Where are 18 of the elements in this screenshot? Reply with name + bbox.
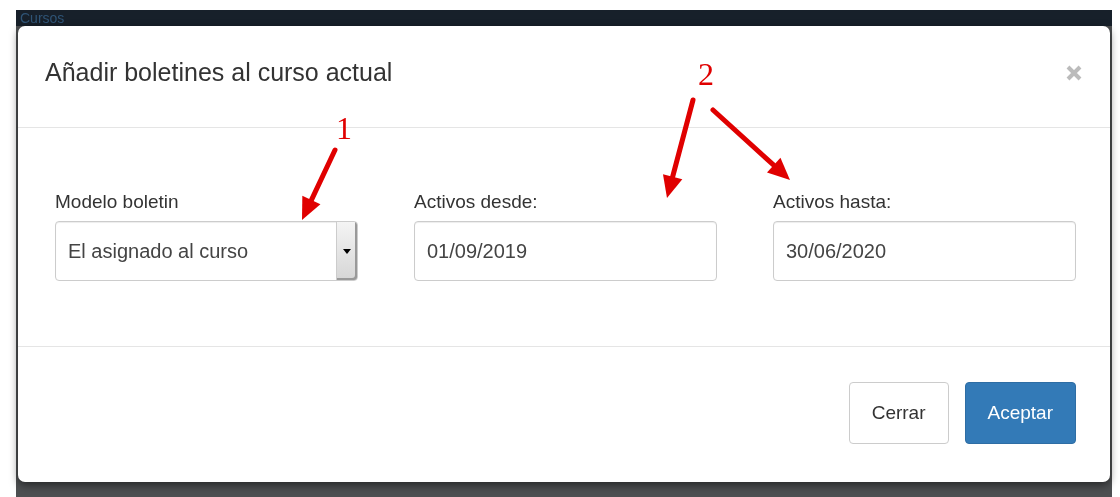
caret-icon[interactable] [336,222,357,280]
annotation-number: 1 [336,112,352,144]
select-field[interactable]: El asignado al curso [55,221,358,281]
close-icon [1066,64,1082,81]
date-field[interactable]: 30/06/2020 [773,221,1076,281]
close-button[interactable] [1066,64,1082,81]
arrow-icon [710,107,790,180]
date-field[interactable]: 01/09/2019 [414,221,717,281]
dialog-title: Añadir boletines al curso actual [45,58,393,87]
field-label: Modelo boletin [55,190,179,214]
field-label: Activos hasta: [773,190,892,214]
arrow-icon [663,97,696,198]
field-label: Activos desde: [414,190,538,214]
page-title: Cursos [20,10,65,26]
annotation-number: 2 [698,58,714,90]
accept-button[interactable]: Aceptar [964,382,1076,444]
close-button[interactable]: Cerrar [848,382,949,444]
arrow-icon [302,147,338,220]
